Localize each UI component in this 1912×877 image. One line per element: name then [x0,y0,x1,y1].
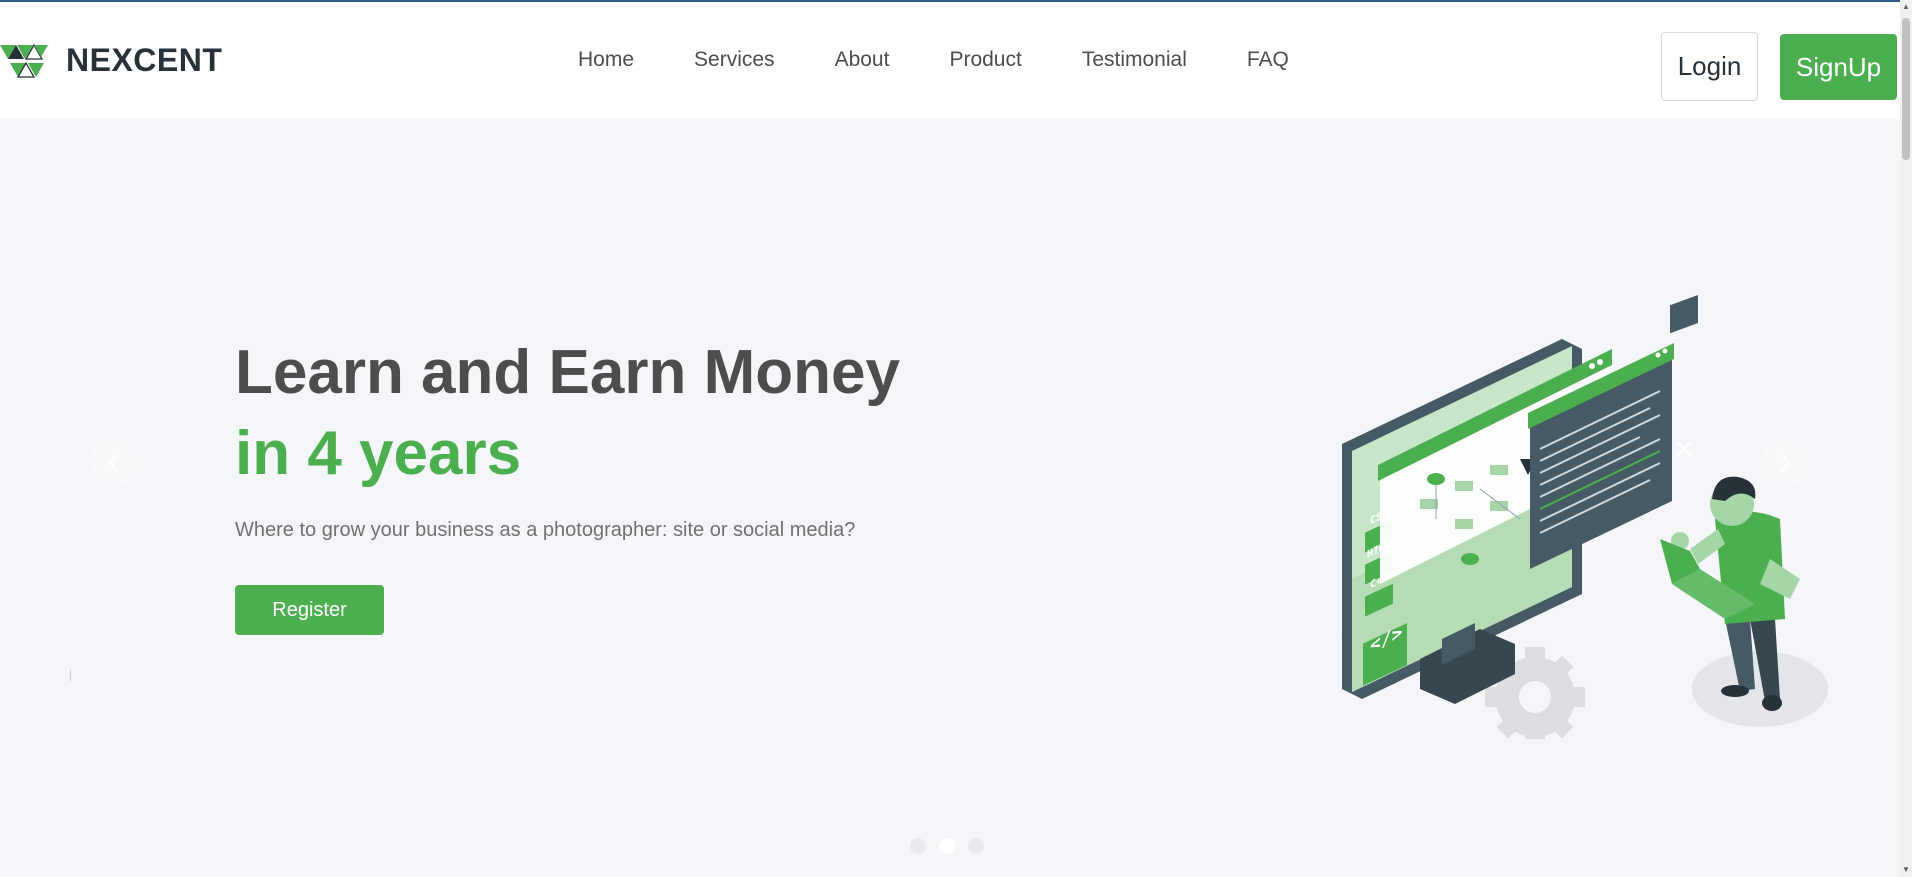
hero-headline: Learn and Earn Money [235,338,900,407]
brand-name: NEXCENT [66,42,223,78]
main-nav: Home Services About Product Testimonial … [578,48,1349,72]
carousel-dot-1[interactable] [910,838,926,854]
scroll-up-icon[interactable]: ▲ [1902,2,1910,12]
hero-subtitle: Where to grow your business as a photogr… [235,519,856,541]
carousel-prev-button[interactable] [90,439,138,487]
nav-testimonial[interactable]: Testimonial [1082,48,1187,72]
divider [70,669,71,681]
signup-button[interactable]: SignUp [1780,34,1897,100]
register-button[interactable]: Register [235,585,384,635]
nav-product[interactable]: Product [949,48,1021,72]
brand-logo[interactable]: NEXCENT [0,42,222,79]
carousel-dot-3[interactable] [968,838,984,854]
close-badge-icon [1670,295,1698,458]
nav-services[interactable]: Services [694,48,775,72]
site-header: NEXCENT Home Services About Product Test… [0,2,1900,119]
login-button[interactable]: Login [1661,32,1758,101]
nav-faq[interactable]: FAQ [1247,48,1289,72]
nav-home[interactable]: Home [578,48,634,72]
hero-carousel: Learn and Earn Money in 4 years Where to… [0,119,1900,877]
logo-mark-icon [0,43,48,78]
hero-headline-highlight: in 4 years [235,419,522,488]
nav-about[interactable]: About [835,48,890,72]
carousel-dot-2[interactable] [939,838,955,854]
scroll-thumb[interactable] [1902,18,1910,160]
carousel-next-button[interactable] [1761,439,1809,487]
scroll-down-icon[interactable]: ▼ [1902,865,1910,875]
chevron-right-icon [1780,453,1791,473]
carousel-indicators [910,838,997,854]
chevron-left-icon [108,453,119,473]
person-with-laptop-icon [1660,476,1828,727]
page-scrollbar[interactable]: ▲ ▼ [1900,0,1912,877]
